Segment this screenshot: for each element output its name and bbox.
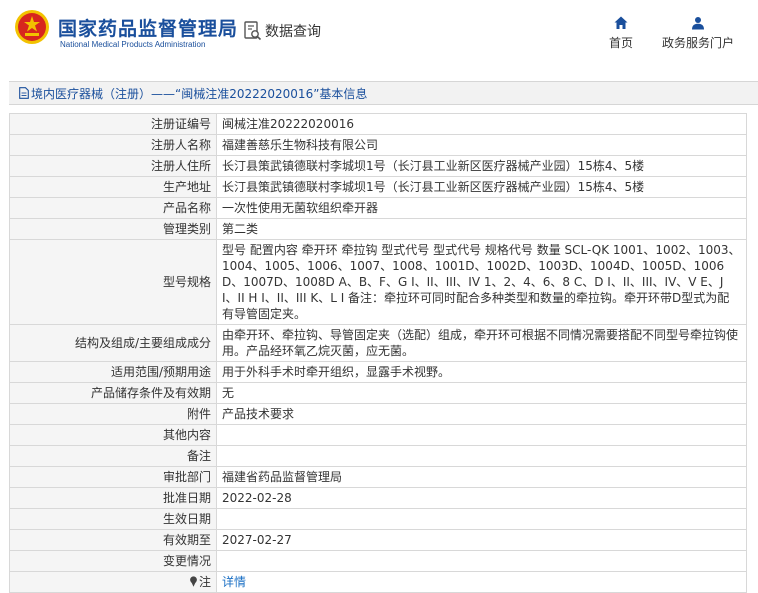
site-header: 国家药品监督管理局 National Medical Products Admi… <box>0 0 758 68</box>
field-value: 型号 配置内容 牵开环 牵拉钩 型式代号 型式代号 规格代号 数量 SCL-QK… <box>216 239 747 325</box>
table-row: 结构及组成/主要组成成分 由牵开环、牵拉钩、导管固定夹（选配）组成，牵开环可根据不… <box>9 324 747 362</box>
field-value: 由牵开环、牵拉钩、导管固定夹（选配）组成，牵开环可根据不同情况需要搭配不同型号牵… <box>216 324 747 362</box>
table-row: 注册人名称 福建善慈乐生物科技有限公司 <box>9 134 747 156</box>
table-row: 批准日期 2022-02-28 <box>9 487 747 509</box>
data-query-label: 数据查询 <box>265 24 321 40</box>
table-row: 适用范围/预期用途 用于外科手术时牵开组织，显露手术视野。 <box>9 361 747 383</box>
field-label: 审批部门 <box>9 466 217 488</box>
field-label: 生效日期 <box>9 508 217 530</box>
data-query-link[interactable]: 数据查询 <box>244 21 321 41</box>
field-label: 产品名称 <box>9 197 217 219</box>
nav-service-portal[interactable]: 政务服务门户 <box>658 16 738 51</box>
pin-icon <box>190 576 197 587</box>
table-row: 产品储存条件及有效期无 <box>9 382 747 404</box>
table-row: 附件 产品技术要求 <box>9 403 747 425</box>
nav-home-label: 首页 <box>608 36 633 50</box>
search-document-icon <box>244 21 262 41</box>
field-label: 注册证编号 <box>9 113 217 135</box>
field-label: 注册人名称 <box>9 134 217 156</box>
table-row: 其他内容 <box>9 424 747 446</box>
note-label: 注 <box>198 575 211 589</box>
field-value: 福建善慈乐生物科技有限公司 <box>216 134 747 156</box>
table-row: 备注 <box>9 445 747 467</box>
field-label: 附件 <box>9 403 217 425</box>
note-label-cell: 注 <box>9 571 217 593</box>
site-logo-title[interactable]: 国家药品监督管理局 <box>58 14 238 41</box>
table-row: 审批部门 福建省药品监督管理局 <box>9 466 747 488</box>
table-row: 型号规格 型号 配置内容 牵开环 牵拉钩 型式代号 型式代号 规格代号 数量 SC… <box>9 239 747 325</box>
table-row: 生产地址 长汀县策武镇德联村李城坝1号（长汀县工业新区医疗器械产业园）15栋4、5… <box>9 176 747 198</box>
device-info-table: 注册证编号 闽械注准20222020016 注册人名称 福建善慈乐生物科技有限公司 … <box>9 113 747 593</box>
section-title-bar: 境内医疗器械（注册）——“闽械注准20222020016”基本信息 <box>9 81 758 105</box>
field-value: 一次性使用无菌软组织牵开器 <box>216 197 747 219</box>
field-label: 结构及组成/主要组成成分 <box>9 324 217 362</box>
table-row: 管理类别 第二类 <box>9 218 747 240</box>
field-label: 管理类别 <box>9 218 217 240</box>
field-value <box>216 550 747 572</box>
field-value <box>216 508 747 530</box>
nav-service-portal-label: 政务服务门户 <box>661 36 734 50</box>
field-label: 批准日期 <box>9 487 217 509</box>
field-value: 产品技术要求 <box>216 403 747 425</box>
note-row: 注 详情 <box>9 571 747 593</box>
field-value: 闽械注准20222020016 <box>216 113 747 135</box>
section-title: 境内医疗器械（注册）——“闽械注准20222020016”基本信息 <box>31 86 368 101</box>
field-label: 产品储存条件及有效期 <box>9 382 217 404</box>
field-label: 注册人住所 <box>9 155 217 177</box>
home-icon <box>614 16 628 29</box>
table-row: 有效期至 2027-02-27 <box>9 529 747 551</box>
national-emblem-icon <box>15 10 49 44</box>
note-value-cell: 详情 <box>216 571 747 593</box>
field-value: 长汀县策武镇德联村李城坝1号（长汀县工业新区医疗器械产业园）15栋4、5楼 <box>216 155 747 177</box>
field-label: 备注 <box>9 445 217 467</box>
field-label: 适用范围/预期用途 <box>9 361 217 383</box>
table-row: 变更情况 <box>9 550 747 572</box>
field-value <box>216 445 747 467</box>
nav-home[interactable]: 首页 <box>604 16 638 51</box>
field-label: 其他内容 <box>9 424 217 446</box>
field-label: 型号规格 <box>9 239 217 325</box>
field-value: 长汀县策武镇德联村李城坝1号（长汀县工业新区医疗器械产业园）15栋4、5楼 <box>216 176 747 198</box>
site-logo-subtitle: National Medical Products Administration <box>60 40 206 49</box>
field-label: 有效期至 <box>9 529 217 551</box>
field-value: 无 <box>216 382 747 404</box>
field-value: 福建省药品监督管理局 <box>216 466 747 488</box>
field-value: 第二类 <box>216 218 747 240</box>
field-value <box>216 424 747 446</box>
table-row: 生效日期 <box>9 508 747 530</box>
field-label: 变更情况 <box>9 550 217 572</box>
field-value: 用于外科手术时牵开组织，显露手术视野。 <box>216 361 747 383</box>
table-row: 注册证编号 闽械注准20222020016 <box>9 113 747 135</box>
table-row: 注册人住所 长汀县策武镇德联村李城坝1号（长汀县工业新区医疗器械产业园）15栋4、… <box>9 155 747 177</box>
field-value: 2027-02-27 <box>216 529 747 551</box>
table-row: 产品名称 一次性使用无菌软组织牵开器 <box>9 197 747 219</box>
field-value: 2022-02-28 <box>216 487 747 509</box>
details-link[interactable]: 详情 <box>222 575 246 589</box>
user-icon <box>692 17 704 30</box>
field-label: 生产地址 <box>9 176 217 198</box>
document-icon <box>19 87 29 99</box>
